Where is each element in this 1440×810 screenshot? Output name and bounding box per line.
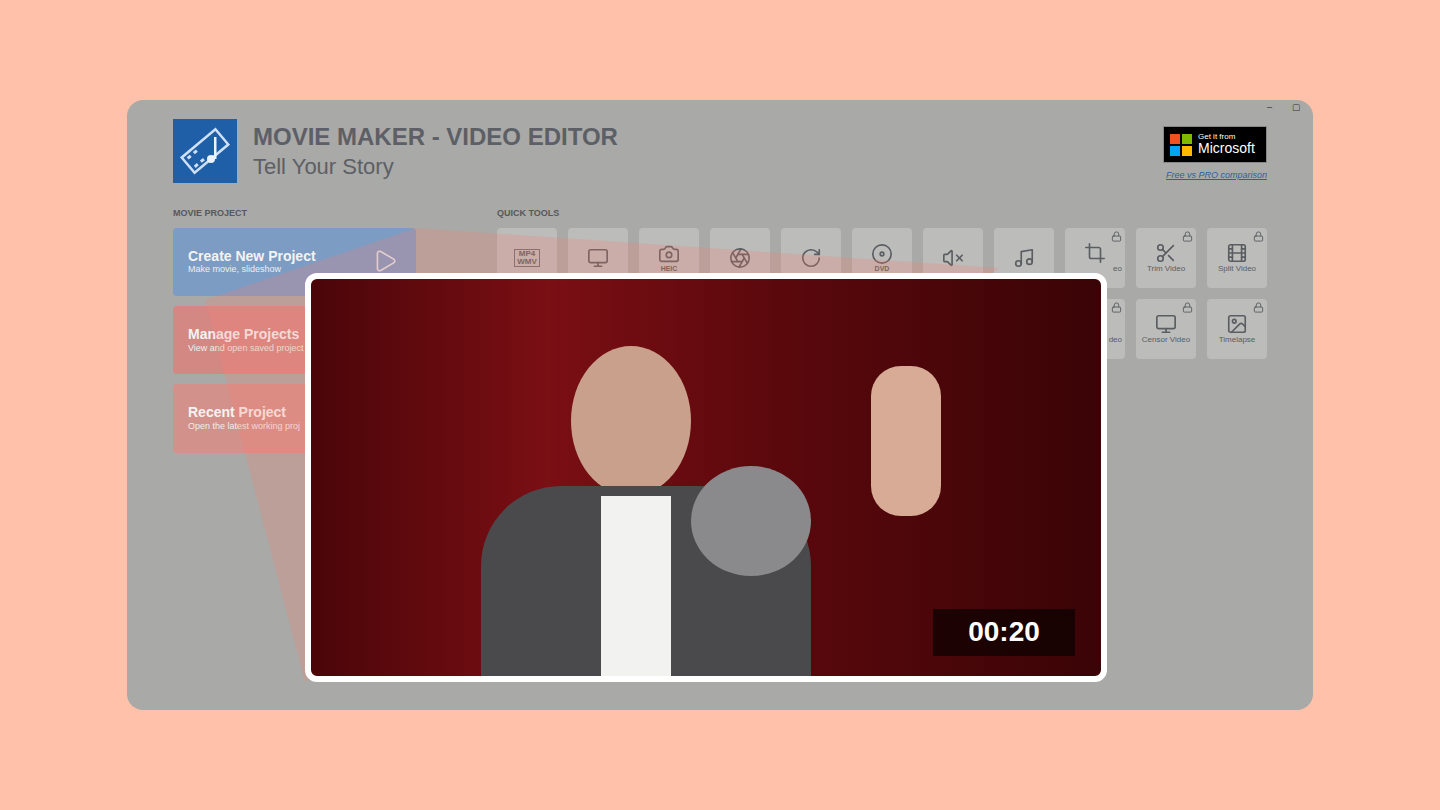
tool-label: Split Video [1207, 264, 1267, 274]
slideshow-icon [372, 248, 398, 274]
app-subtitle: Tell Your Story [253, 152, 618, 183]
tool-icon [1155, 313, 1177, 335]
tool-label: Censor Video [1136, 335, 1196, 345]
lock-icon [1182, 302, 1193, 313]
lock-icon [1111, 231, 1122, 242]
tool-icon [800, 247, 822, 269]
section-heading: QUICK TOOLS [497, 207, 1267, 221]
speaker-photo [461, 336, 981, 676]
tool-icon [871, 243, 893, 265]
lock-icon [1253, 302, 1264, 313]
tool-icon [587, 247, 609, 269]
lock-icon [1253, 231, 1264, 242]
app-title: MOVIE MAKER - VIDEO EDITOR [253, 121, 618, 152]
format-badge: MP4WMV [514, 249, 540, 267]
app-logo-icon [173, 119, 237, 183]
store-badge-small: Get it from [1198, 133, 1255, 141]
tool-icon [658, 243, 680, 265]
lock-icon [1182, 231, 1193, 242]
video-preview[interactable]: 00:20 [305, 273, 1107, 682]
tool-label: Timelapse [1207, 335, 1267, 345]
page: –▢MOVIE MAKER - VIDEO EDITORTell Your St… [0, 0, 1440, 810]
comparison-link[interactable]: Free vs PRO comparison [1166, 169, 1267, 183]
header: MOVIE MAKER - VIDEO EDITORTell Your Stor… [173, 119, 1267, 183]
store-badge-large: Microsoft [1198, 141, 1255, 156]
tool-tile[interactable]: Split Video [1207, 228, 1267, 288]
tool-icon [1084, 242, 1106, 264]
tool-icon [729, 247, 751, 269]
card-title: Create New Project [188, 248, 401, 265]
tool-icon [1226, 313, 1248, 335]
tool-label: eo [1065, 264, 1125, 274]
tool-label: Trim Video [1136, 264, 1196, 274]
store-badge[interactable]: Get it fromMicrosoft [1163, 126, 1267, 163]
window-controls: –▢ [1267, 101, 1301, 115]
tool-tile[interactable]: Censor Video [1136, 299, 1196, 359]
lock-icon [1111, 302, 1122, 313]
window-control[interactable]: – [1267, 101, 1272, 115]
tool-tile[interactable]: Timelapse [1207, 299, 1267, 359]
tool-icon-text: DVD [875, 265, 890, 272]
video-time: 00:20 [933, 609, 1075, 656]
tool-icon [1226, 242, 1248, 264]
window-control[interactable]: ▢ [1292, 101, 1301, 115]
section-heading: MOVIE PROJECT [173, 207, 416, 221]
tool-icon [1155, 242, 1177, 264]
tool-icon [942, 247, 964, 269]
microsoft-logo-icon [1170, 134, 1192, 156]
tool-icon-text: HEIC [661, 265, 678, 272]
tool-icon [1013, 247, 1035, 269]
tool-tile[interactable]: Trim Video [1136, 228, 1196, 288]
